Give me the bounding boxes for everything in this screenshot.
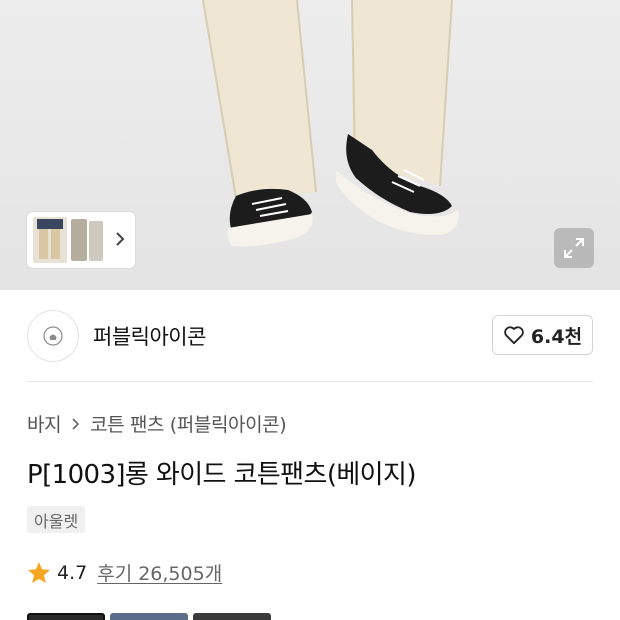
brand-emblem-icon	[43, 325, 63, 346]
chevron-right-icon	[71, 417, 81, 431]
heart-icon	[504, 326, 524, 345]
color-options	[27, 613, 271, 620]
product-hero-image[interactable]	[0, 0, 620, 290]
like-button[interactable]: 6.4천	[492, 315, 593, 355]
chevron-right-icon	[116, 232, 125, 246]
rating-row: 4.7 후기 26,505개	[27, 559, 222, 586]
brand-name[interactable]: 퍼블릭아이콘	[93, 321, 206, 351]
expand-icon	[564, 238, 584, 258]
thumbnail-images	[33, 217, 103, 263]
like-count: 6.4천	[530, 325, 583, 348]
brand-row: 퍼블릭아이콘 6.4천	[27, 308, 593, 363]
color-option[interactable]	[110, 613, 188, 620]
breadcrumb: 바지 코튼 팬츠 (퍼블릭아이콘)	[27, 410, 287, 437]
thumbnail-strip[interactable]	[27, 212, 135, 268]
breadcrumb-subcategory[interactable]: 코튼 팬츠 (퍼블릭아이콘)	[90, 410, 287, 437]
breadcrumb-category[interactable]: 바지	[27, 410, 62, 437]
expand-image-button[interactable]	[554, 228, 594, 268]
color-option[interactable]	[193, 613, 271, 620]
star-icon	[28, 562, 50, 583]
outlet-badge: 아울렛	[27, 506, 86, 533]
brand-logo[interactable]	[27, 309, 79, 362]
reviews-link[interactable]: 후기 26,505개	[97, 559, 222, 586]
divider	[27, 381, 593, 382]
product-title: P[1003]롱 와이드 코튼팬츠(베이지)	[27, 460, 416, 490]
rating-score: 4.7	[57, 561, 88, 584]
color-option[interactable]	[27, 613, 105, 620]
